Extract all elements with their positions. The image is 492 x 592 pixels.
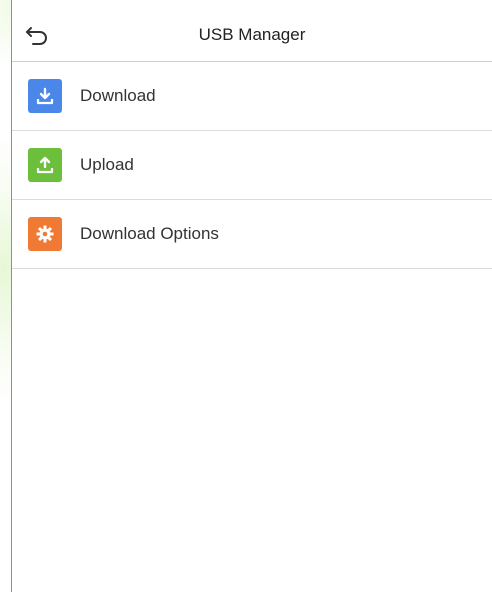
usb-manager-page: USB Manager Download Upload Download Opt…	[0, 0, 492, 592]
gear-icon	[28, 217, 62, 251]
download-icon	[28, 79, 62, 113]
header-bar: USB Manager	[12, 0, 492, 62]
menu-item-upload[interactable]: Upload	[12, 131, 492, 200]
device-screen: USB Manager Download Upload Download Opt…	[11, 0, 492, 592]
menu-item-label: Download Options	[80, 224, 219, 243]
menu-item-download[interactable]: Download	[12, 62, 492, 131]
menu-item-label: Upload	[80, 155, 134, 174]
menu-item-label: Download	[80, 86, 156, 105]
menu-item-download-options[interactable]: Download Options	[12, 200, 492, 269]
page-title: USB Manager	[198, 25, 306, 44]
upload-icon	[28, 148, 62, 182]
